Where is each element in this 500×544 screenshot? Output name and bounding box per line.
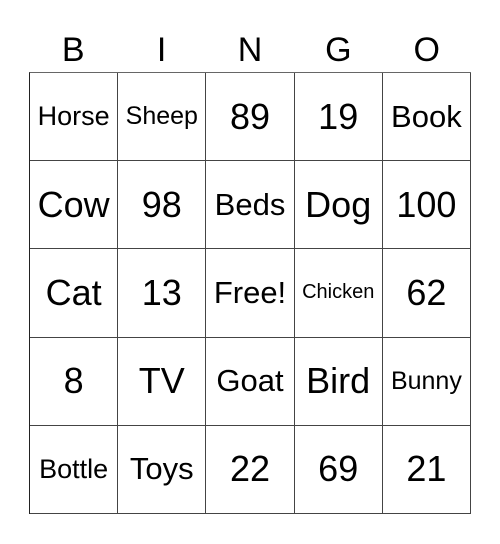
bingo-cell[interactable]: Cow bbox=[30, 161, 119, 250]
header-letter-i: I bbox=[156, 31, 167, 69]
bingo-cell[interactable]: Horse bbox=[30, 73, 119, 162]
header-letter-g: G bbox=[325, 31, 352, 69]
bingo-cell[interactable]: Goat bbox=[206, 337, 295, 426]
bingo-card: Horse Sheep 89 19 Book Cow 98 Beds Dog 1… bbox=[29, 72, 471, 514]
bingo-cell[interactable]: Book bbox=[382, 73, 471, 162]
bingo-cell[interactable]: Toys bbox=[118, 425, 207, 514]
header-letter-o: O bbox=[413, 31, 440, 69]
bingo-cell[interactable]: Cat bbox=[30, 249, 119, 338]
bingo-cell[interactable]: Beds bbox=[206, 161, 295, 250]
header-letter-b: B bbox=[61, 31, 85, 69]
bingo-cell[interactable]: 13 bbox=[118, 249, 207, 338]
bingo-cell[interactable]: Bird bbox=[294, 337, 383, 426]
bingo-cell[interactable]: Chicken bbox=[294, 249, 383, 338]
bingo-cell[interactable]: Sheep bbox=[118, 73, 207, 162]
bingo-cell[interactable]: 100 bbox=[382, 161, 471, 250]
bingo-cell[interactable]: 69 bbox=[294, 425, 383, 514]
header-letter-n: N bbox=[237, 31, 263, 69]
bingo-cell[interactable]: Bunny bbox=[382, 337, 471, 426]
bingo-header: B I N G O bbox=[29, 28, 471, 72]
bingo-cell[interactable]: 21 bbox=[382, 425, 471, 514]
free-space-cell[interactable]: Free! bbox=[206, 249, 295, 338]
bingo-cell[interactable]: 98 bbox=[118, 161, 207, 250]
bingo-cell[interactable]: TV bbox=[118, 337, 207, 426]
bingo-cell[interactable]: 89 bbox=[206, 73, 295, 162]
bingo-cell[interactable]: 19 bbox=[294, 73, 383, 162]
bingo-cell[interactable]: Bottle bbox=[30, 425, 119, 514]
bingo-cell[interactable]: 22 bbox=[206, 425, 295, 514]
bingo-cell[interactable]: 62 bbox=[382, 249, 471, 338]
bingo-cell[interactable]: Dog bbox=[294, 161, 383, 250]
bingo-cell[interactable]: 8 bbox=[30, 337, 119, 426]
